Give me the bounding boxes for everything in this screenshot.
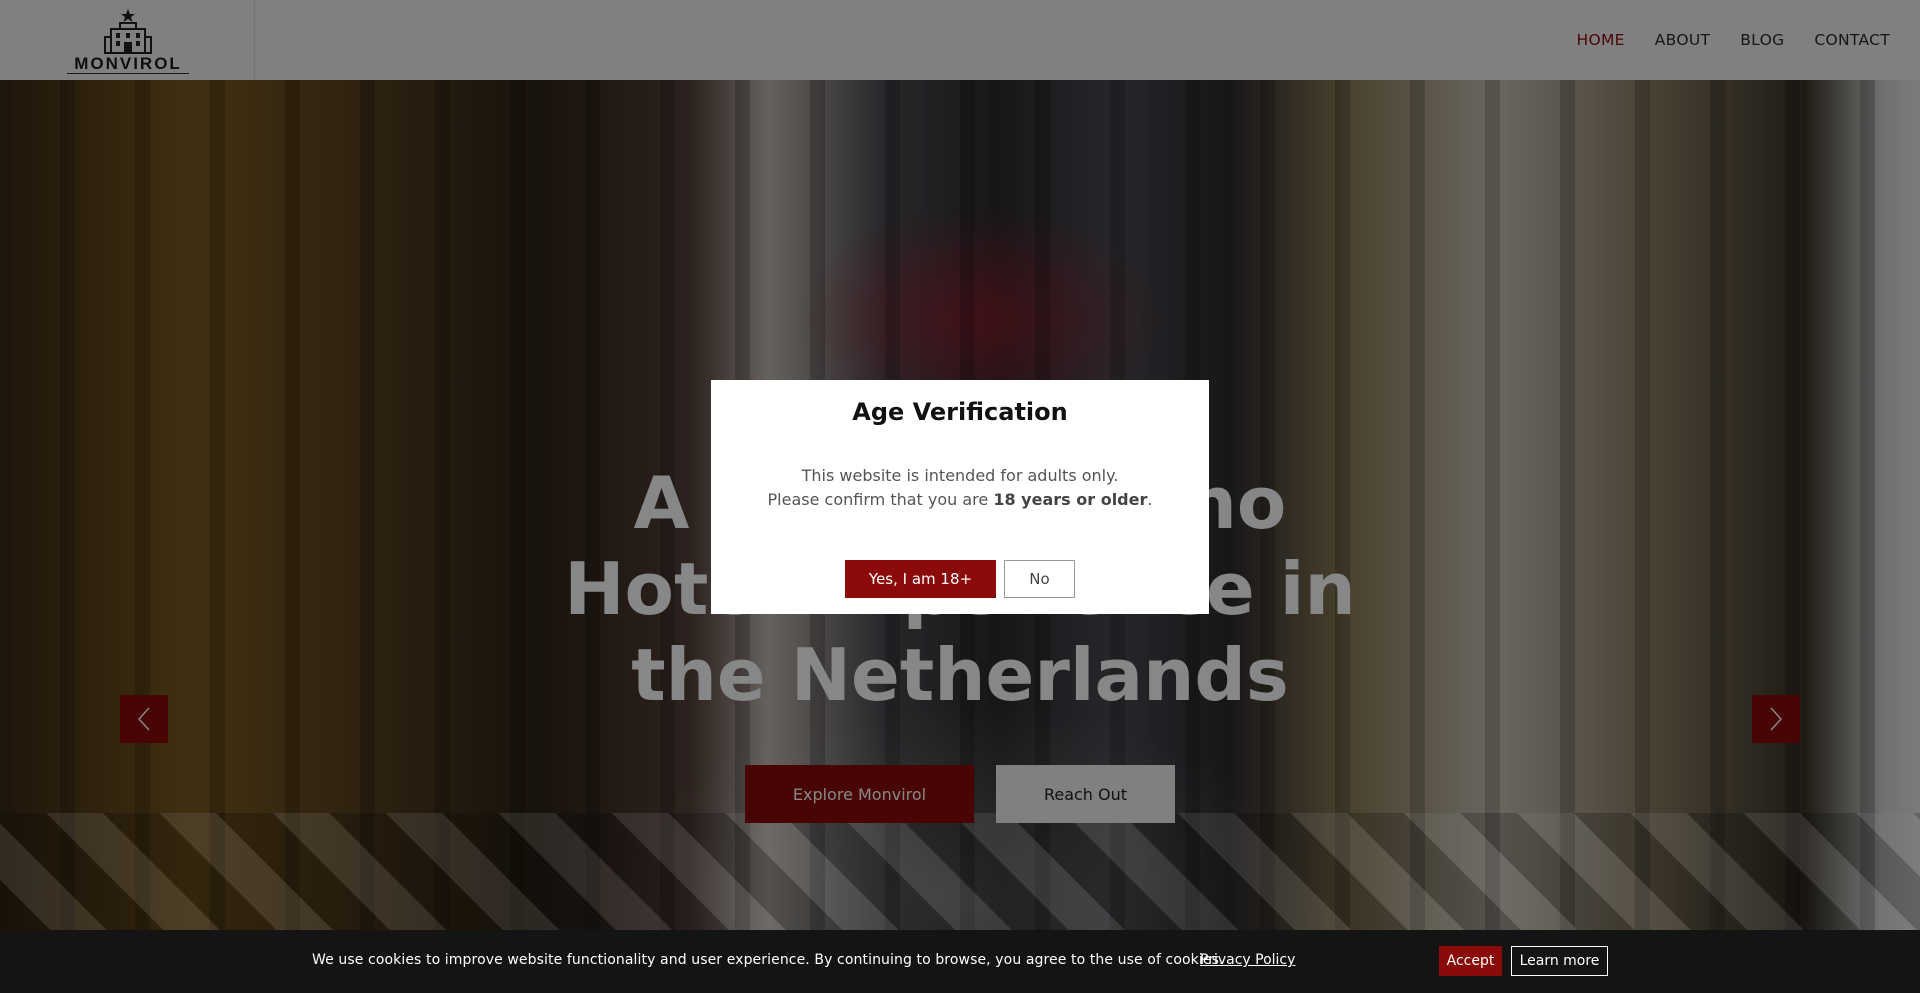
modal-age-requirement: 18 years or older xyxy=(993,490,1148,509)
learn-more-button[interactable]: Learn more xyxy=(1511,946,1608,976)
privacy-policy-link[interactable]: Privacy Policy xyxy=(1200,952,1295,968)
accept-cookies-button[interactable]: Accept xyxy=(1439,946,1502,976)
modal-message: This website is intended for adults only… xyxy=(711,464,1209,512)
cookie-message: We use cookies to improve website functi… xyxy=(312,952,1224,968)
modal-line-2: Please confirm that you are 18 years or … xyxy=(711,488,1209,512)
deny-age-button[interactable]: No xyxy=(1004,560,1075,598)
cookie-banner: We use cookies to improve website functi… xyxy=(0,930,1920,993)
age-verification-modal: Age Verification This website is intende… xyxy=(711,380,1209,614)
modal-buttons: Yes, I am 18+ No xyxy=(711,560,1209,598)
confirm-age-button[interactable]: Yes, I am 18+ xyxy=(845,560,996,598)
modal-line-2-suffix: . xyxy=(1147,490,1153,509)
modal-line-2-prefix: Please confirm that you are xyxy=(767,490,994,509)
modal-title: Age Verification xyxy=(852,398,1068,426)
modal-line-1: This website is intended for adults only… xyxy=(801,466,1119,485)
